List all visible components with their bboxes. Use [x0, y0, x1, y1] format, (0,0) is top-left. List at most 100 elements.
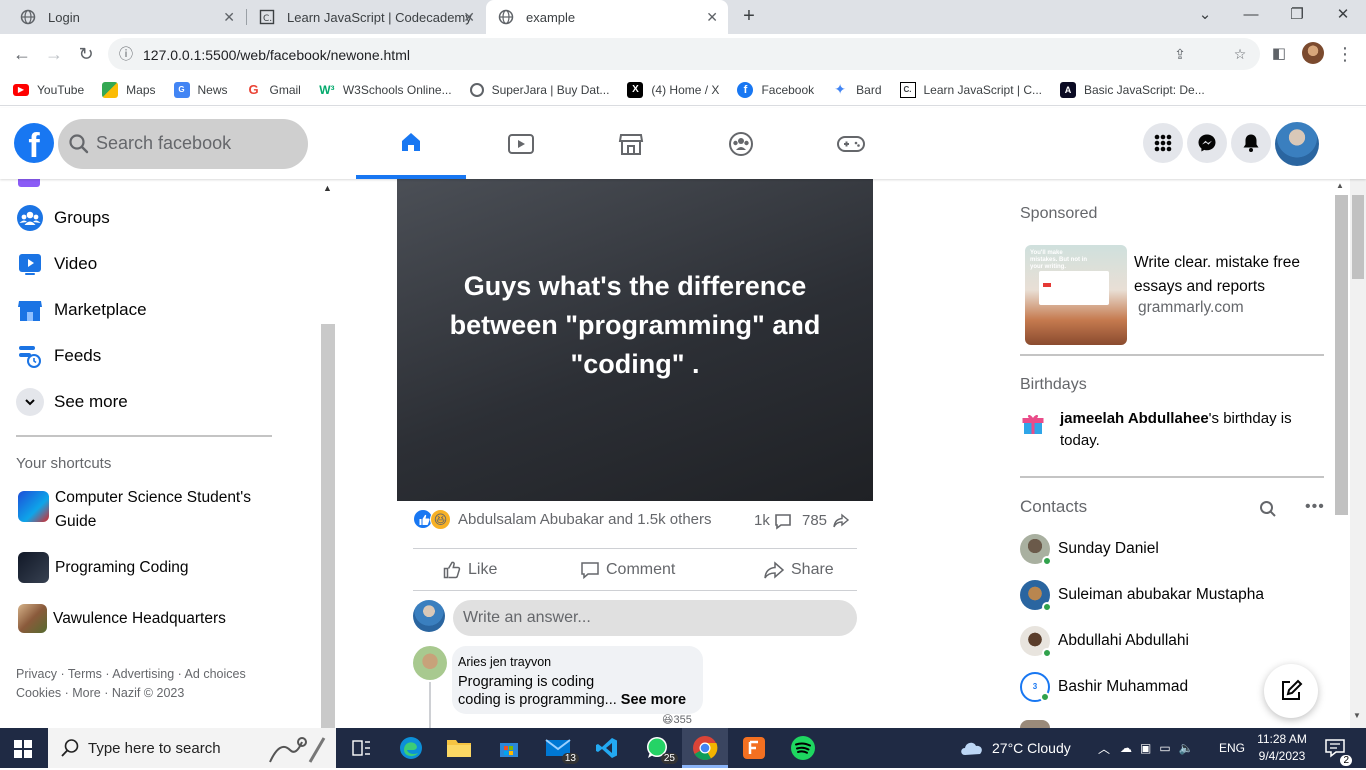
- contact-item[interactable]: Sunday Daniel: [1020, 534, 1159, 566]
- file-explorer-icon[interactable]: [444, 734, 474, 762]
- mail-icon[interactable]: 13: [543, 734, 579, 764]
- shortcut-programing-coding[interactable]: Programing Coding: [18, 552, 189, 583]
- more-options-icon[interactable]: •••: [1305, 498, 1325, 516]
- contacts-search-icon[interactable]: [1259, 500, 1277, 523]
- microsoft-store-icon[interactable]: [494, 734, 524, 762]
- post-text-card[interactable]: Guys what's the difference between "prog…: [397, 179, 873, 501]
- commenter-avatar[interactable]: [413, 646, 447, 680]
- bookmark-bard[interactable]: ✦ Bard: [832, 81, 881, 98]
- tab-search-button[interactable]: ⌄: [1182, 0, 1228, 34]
- scroll-up-arrow-icon[interactable]: ▲: [323, 183, 332, 193]
- sidebar-item-video[interactable]: Video: [16, 250, 97, 278]
- comment-reactions[interactable]: 😆355: [662, 713, 692, 726]
- like-button[interactable]: Like: [442, 560, 497, 580]
- nav-gaming[interactable]: [796, 108, 906, 179]
- chevron-up-icon[interactable]: ︿: [1098, 740, 1110, 757]
- close-icon[interactable]: ✕: [463, 9, 475, 26]
- ad-image[interactable]: You'll make mistakes. But not in your wr…: [1025, 245, 1127, 345]
- birthday-notice[interactable]: jameelah Abdullahee's birthday is today.: [1060, 408, 1324, 452]
- ad-headline[interactable]: Write clear. mistake free essays and rep…: [1134, 251, 1324, 299]
- answer-input[interactable]: Write an answer...: [453, 600, 857, 636]
- tab-codecademy[interactable]: C. Learn JavaScript | Codecademy ✕: [247, 0, 485, 34]
- windows-start-icon[interactable]: [14, 740, 32, 763]
- bookmark-superjara[interactable]: SuperJara | Buy Dat...: [469, 82, 609, 97]
- bookmark-freecodecamp[interactable]: A Basic JavaScript: De...: [1060, 81, 1205, 98]
- user-avatar[interactable]: [1275, 122, 1319, 166]
- sidebar-item-groups[interactable]: Groups: [16, 204, 110, 232]
- new-tab-button[interactable]: +: [738, 5, 760, 27]
- close-icon[interactable]: ✕: [223, 9, 235, 26]
- search-input[interactable]: Search facebook: [58, 119, 308, 169]
- sidebar-item-feeds[interactable]: Feeds: [16, 342, 101, 370]
- language-indicator[interactable]: ENG: [1219, 728, 1245, 768]
- back-button[interactable]: ←: [10, 42, 34, 66]
- vscode-icon[interactable]: [592, 734, 622, 762]
- edge-icon[interactable]: [396, 734, 426, 762]
- weather-widget[interactable]: 27°C Cloudy: [958, 728, 1071, 768]
- nav-watch[interactable]: [466, 108, 576, 179]
- bookmark-youtube[interactable]: ▶ YouTube: [13, 83, 84, 97]
- shares-count[interactable]: 785: [802, 512, 827, 529]
- taskbar-search-input[interactable]: Type here to search: [48, 728, 336, 768]
- bookmark-gmail[interactable]: G Gmail: [246, 82, 300, 98]
- bookmark-facebook[interactable]: f Facebook: [737, 81, 814, 98]
- footer-links[interactable]: Privacy · Terms · Advertising · Ad choic…: [16, 665, 286, 684]
- bookmark-w3schools[interactable]: W³ W3Schools Online...: [319, 82, 451, 98]
- chrome-icon[interactable]: [690, 734, 720, 762]
- bookmark-star-icon[interactable]: ☆: [1230, 44, 1250, 64]
- messenger-button[interactable]: [1187, 123, 1227, 163]
- menu-button[interactable]: [1143, 123, 1183, 163]
- contact-item[interactable]: Abdullahi Abdullahi: [1020, 626, 1189, 658]
- nav-home[interactable]: [356, 108, 466, 179]
- bookmark-news[interactable]: G News: [173, 81, 228, 98]
- task-view-icon[interactable]: [346, 734, 376, 762]
- system-tray-icons[interactable]: ︿ ☁ ▣ ▭ 🔈: [1098, 728, 1202, 768]
- shortcut-cs-guide[interactable]: Computer Science Student's Guide: [18, 486, 278, 534]
- info-icon[interactable]: ⓘ: [116, 44, 136, 64]
- right-panel-scrollbar[interactable]: [1335, 195, 1348, 515]
- sidebar-scrollbar[interactable]: [321, 324, 335, 728]
- whatsapp-icon[interactable]: 25: [642, 734, 678, 764]
- share-button[interactable]: Share: [763, 560, 834, 580]
- footer-copyright[interactable]: Cookies · More · Nazif © 2023: [16, 684, 286, 703]
- scroll-down-arrow-icon[interactable]: ▼: [1353, 711, 1361, 720]
- tab-login[interactable]: Login ✕: [0, 0, 245, 34]
- profile-avatar[interactable]: [1302, 42, 1324, 64]
- onedrive-cloud-icon[interactable]: ☁: [1120, 741, 1132, 755]
- meet-now-icon[interactable]: ▣: [1140, 741, 1151, 755]
- sidebar-item-see-more[interactable]: See more: [16, 388, 128, 416]
- restore-button[interactable]: ❐: [1274, 0, 1320, 34]
- see-more-link[interactable]: See more: [621, 692, 686, 708]
- forward-button[interactable]: →: [42, 42, 66, 66]
- close-icon[interactable]: ✕: [706, 9, 718, 26]
- minimize-button[interactable]: —: [1228, 0, 1274, 34]
- nav-groups[interactable]: [686, 108, 796, 179]
- my-avatar[interactable]: [413, 600, 445, 632]
- close-window-button[interactable]: ✕: [1320, 0, 1366, 34]
- volume-icon[interactable]: 🔈: [1179, 741, 1194, 755]
- reload-button[interactable]: ↻: [74, 42, 98, 66]
- shortcut-vawulence[interactable]: Vawulence Headquarters: [18, 604, 226, 633]
- clock[interactable]: 11:28 AM 9/4/2023: [1254, 731, 1310, 765]
- share-icon[interactable]: ⇪: [1170, 44, 1190, 64]
- nav-marketplace[interactable]: [576, 108, 686, 179]
- bookmark-maps[interactable]: Maps: [102, 81, 156, 98]
- sidebar-item-marketplace[interactable]: Marketplace: [16, 296, 147, 324]
- bookmark-codecademy[interactable]: C. Learn JavaScript | C...: [899, 81, 1042, 98]
- spotify-icon[interactable]: [788, 734, 818, 762]
- reactions-text[interactable]: Abdulsalam Abubakar and 1.5k others: [458, 511, 712, 528]
- page-scrollbar[interactable]: ▼: [1350, 179, 1366, 728]
- notifications-button[interactable]: [1231, 123, 1271, 163]
- side-panel-icon[interactable]: ◧: [1267, 42, 1291, 66]
- omnibox[interactable]: ⓘ 127.0.0.1:5500/web/facebook/newone.htm…: [108, 38, 1260, 70]
- battery-icon[interactable]: ▭: [1159, 741, 1170, 755]
- facebook-logo-icon[interactable]: f: [14, 123, 54, 163]
- comment-author[interactable]: Aries jen trayvon: [458, 655, 697, 669]
- menu-kebab-icon[interactable]: ⋮: [1333, 42, 1357, 66]
- notification-center-icon[interactable]: 2: [1324, 738, 1352, 766]
- comments-count[interactable]: 1k: [754, 512, 770, 529]
- contact-item[interactable]: 3 Bashir Muhammad: [1020, 672, 1188, 702]
- comment-button[interactable]: Comment: [580, 560, 675, 580]
- birthday-name[interactable]: jameelah Abdullahee: [1060, 410, 1209, 427]
- scroll-up-arrow-icon[interactable]: ▲: [1336, 181, 1344, 190]
